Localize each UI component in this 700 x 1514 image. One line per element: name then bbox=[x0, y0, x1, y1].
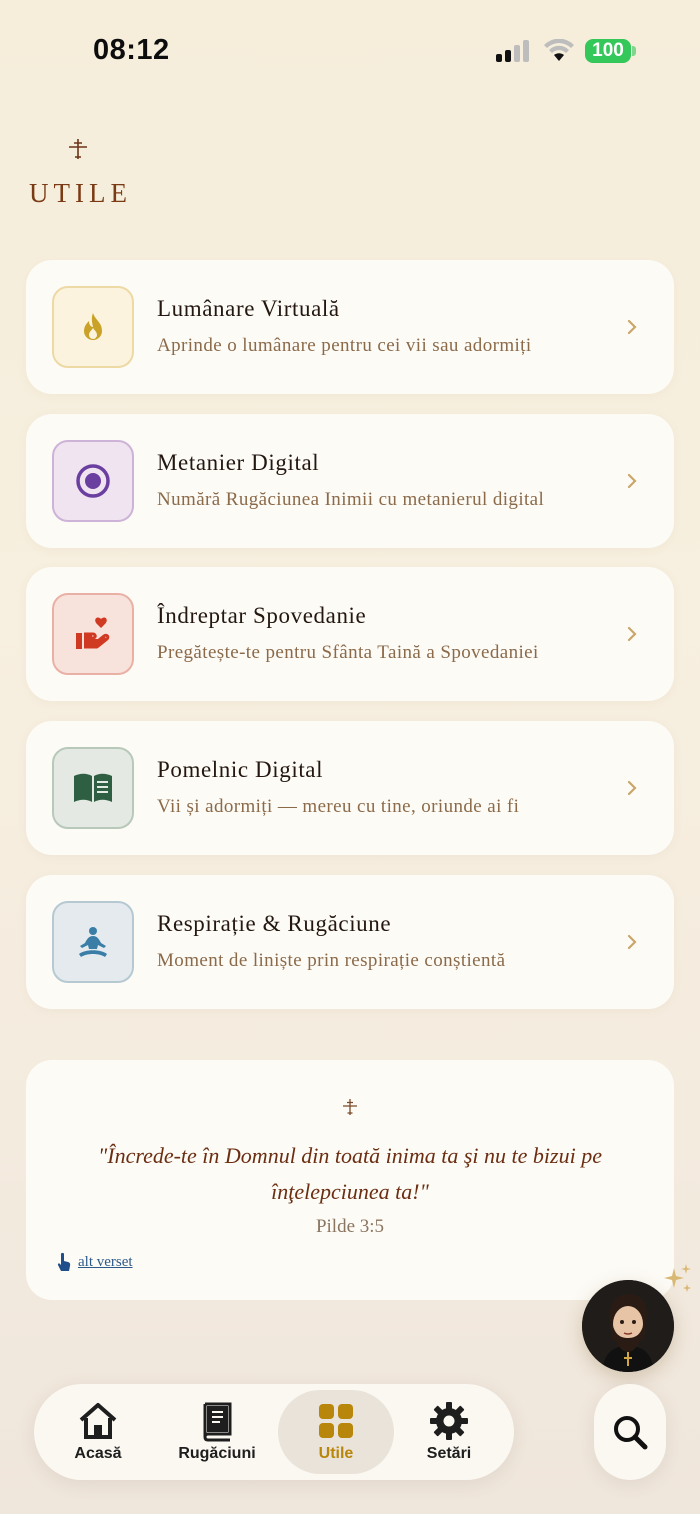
card-title: Respirație & Rugăciune bbox=[157, 911, 392, 936]
card-subtitle: Aprinde o lumânare pentru cei vii sau ad… bbox=[157, 335, 532, 356]
page-title: UTILE bbox=[29, 178, 132, 208]
chevron-right-icon bbox=[627, 473, 637, 489]
sparkle-icon bbox=[664, 1264, 691, 1292]
open-book-icon bbox=[52, 747, 134, 829]
card-title: Metanier Digital bbox=[157, 450, 320, 475]
card-title: Lumânare Virtuală bbox=[157, 296, 340, 321]
verse-card: "Încrede-te în Domnul din toată inima ta… bbox=[26, 1060, 674, 1300]
tap-hand-icon bbox=[57, 1252, 71, 1271]
battery-indicator: 100 bbox=[585, 39, 631, 63]
tab-acasa[interactable]: Acasă bbox=[40, 1390, 156, 1474]
hand-heart-icon bbox=[52, 593, 134, 675]
chevron-right-icon bbox=[627, 626, 637, 642]
search-button[interactable] bbox=[594, 1384, 666, 1480]
tab-setari[interactable]: Setări bbox=[391, 1390, 507, 1474]
tab-label: Acasă bbox=[74, 1445, 122, 1462]
tab-label: Utile bbox=[318, 1445, 354, 1462]
priest-portrait-icon bbox=[582, 1280, 674, 1372]
orthodox-cross-icon bbox=[69, 139, 87, 159]
wifi-icon bbox=[544, 39, 574, 61]
card-subtitle: Pregătește-te pentru Sfânta Taină a Spov… bbox=[157, 642, 539, 663]
verse-text: "Încrede-te în Domnul din toată inima ta… bbox=[98, 1143, 602, 1204]
card-subtitle: Vii și adormiți — mereu cu tine, oriunde… bbox=[157, 796, 520, 817]
card-subtitle: Moment de liniște prin respirație conști… bbox=[157, 950, 506, 971]
card-metanier-digital[interactable]: Metanier Digital Numără Rugăciunea Inimi… bbox=[26, 414, 674, 548]
status-time: 08:12 bbox=[93, 34, 170, 66]
card-title: Îndreptar Spovedanie bbox=[157, 603, 367, 628]
card-title: Pomelnic Digital bbox=[157, 757, 324, 782]
home-icon bbox=[79, 1403, 117, 1439]
chevron-right-icon bbox=[627, 319, 637, 335]
tab-label: Setări bbox=[426, 1445, 472, 1462]
battery-tip bbox=[632, 46, 636, 56]
alt-verset-label: alt verset bbox=[78, 1253, 133, 1270]
orthodox-cross-icon bbox=[343, 1099, 357, 1115]
chevron-right-icon bbox=[627, 934, 637, 950]
gear-icon bbox=[430, 1402, 468, 1440]
card-lumanare-virtuala[interactable]: Lumânare Virtuală Aprinde o lumânare pen… bbox=[26, 260, 674, 394]
search-icon bbox=[614, 1416, 648, 1450]
target-icon bbox=[52, 440, 134, 522]
flame-icon bbox=[52, 286, 134, 368]
card-indreptar-spovedanie[interactable]: Îndreptar Spovedanie Pregătește-te pentr… bbox=[26, 567, 674, 701]
grid-icon bbox=[319, 1404, 353, 1438]
card-respiratie-rugaciune[interactable]: Respirație & Rugăciune Moment de liniște… bbox=[26, 875, 674, 1009]
verse-reference: Pilde 3:5 bbox=[315, 1216, 385, 1237]
bottom-tab-bar: Acasă Rugăciuni Utile Setări bbox=[34, 1384, 514, 1480]
meditation-icon bbox=[52, 901, 134, 983]
chevron-right-icon bbox=[627, 780, 637, 796]
tab-label: Rugăciuni bbox=[178, 1445, 256, 1462]
cellular-signal-icon bbox=[496, 40, 529, 62]
alt-verset-link[interactable]: alt verset bbox=[56, 1252, 133, 1272]
card-pomelnic-digital[interactable]: Pomelnic Digital Vii și adormiți — mereu… bbox=[26, 721, 674, 855]
prayer-book-icon bbox=[203, 1402, 232, 1442]
priest-assistant-avatar[interactable] bbox=[582, 1280, 674, 1372]
card-subtitle: Numără Rugăciunea Inimii cu metanierul d… bbox=[157, 489, 545, 510]
tab-utile[interactable]: Utile bbox=[278, 1390, 394, 1474]
tab-rugaciuni[interactable]: Rugăciuni bbox=[159, 1390, 275, 1474]
